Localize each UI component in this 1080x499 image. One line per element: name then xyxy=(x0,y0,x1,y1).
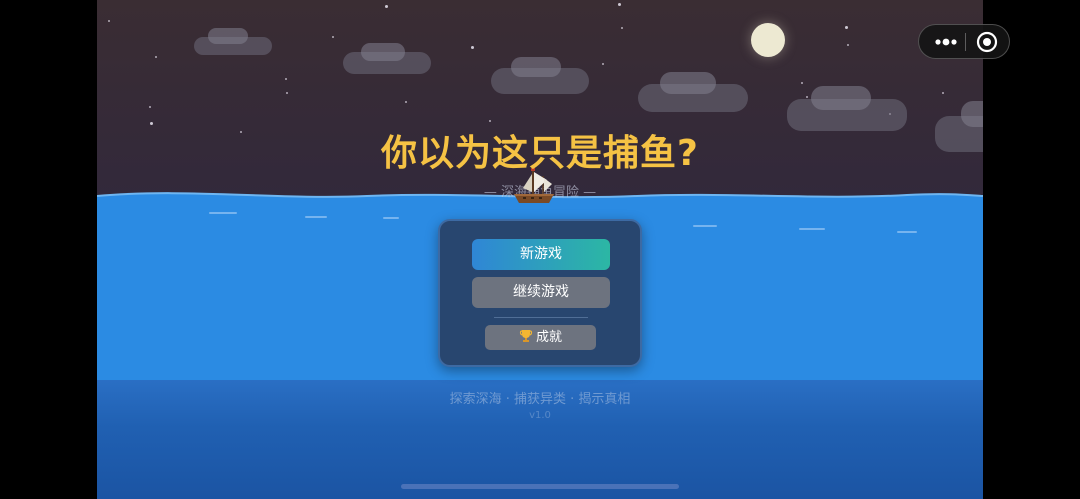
wave-line xyxy=(305,216,327,218)
star xyxy=(405,101,407,103)
star xyxy=(618,3,621,6)
achievements-button[interactable]: 成就 xyxy=(485,325,596,350)
star xyxy=(845,26,848,29)
new-game-button[interactable]: 新游戏 xyxy=(472,239,610,270)
achievements-label: 成就 xyxy=(535,330,562,345)
wave-line xyxy=(209,212,237,214)
version-label: v1.0 xyxy=(529,410,551,421)
star xyxy=(602,63,604,65)
miniprogram-capsule xyxy=(918,24,1010,59)
moon xyxy=(751,23,785,57)
main-menu-panel: 新游戏 继续游戏 成就 xyxy=(438,219,642,367)
trophy-icon xyxy=(519,330,533,342)
game-title: 你以为这只是捕鱼? xyxy=(381,133,699,174)
star xyxy=(385,5,388,8)
screen: 你以为这只是捕鱼? — 深海捕鱼冒险 — 新游戏 继续游戏 成就 探索深海 · … xyxy=(0,0,1080,499)
star xyxy=(108,20,110,22)
cloud xyxy=(194,28,272,55)
continue-game-button[interactable]: 继续游戏 xyxy=(472,277,610,308)
star xyxy=(489,120,491,122)
star xyxy=(942,92,944,94)
wave-line xyxy=(799,228,825,230)
game-canvas: 你以为这只是捕鱼? — 深海捕鱼冒险 — 新游戏 继续游戏 成就 探索深海 · … xyxy=(97,0,983,499)
capsule-separator xyxy=(965,33,966,51)
target-close-icon[interactable] xyxy=(971,28,1003,56)
more-dots-icon[interactable] xyxy=(925,28,965,56)
wave-line xyxy=(693,225,717,227)
wave-line xyxy=(383,217,399,219)
home-indicator[interactable] xyxy=(401,484,679,489)
tagline: 探索深海 · 捕获异类 · 揭示真相 xyxy=(449,392,631,407)
star xyxy=(471,46,474,49)
star xyxy=(847,44,849,46)
star xyxy=(332,36,334,38)
star xyxy=(286,92,288,94)
cloud xyxy=(343,43,431,74)
star xyxy=(801,82,803,84)
star xyxy=(155,56,157,58)
star xyxy=(806,96,808,98)
menu-divider xyxy=(494,317,588,318)
cloud xyxy=(638,72,748,112)
star xyxy=(149,106,151,108)
star xyxy=(621,27,623,29)
star xyxy=(285,78,287,80)
wave-line xyxy=(897,231,917,233)
cloud xyxy=(491,57,589,94)
